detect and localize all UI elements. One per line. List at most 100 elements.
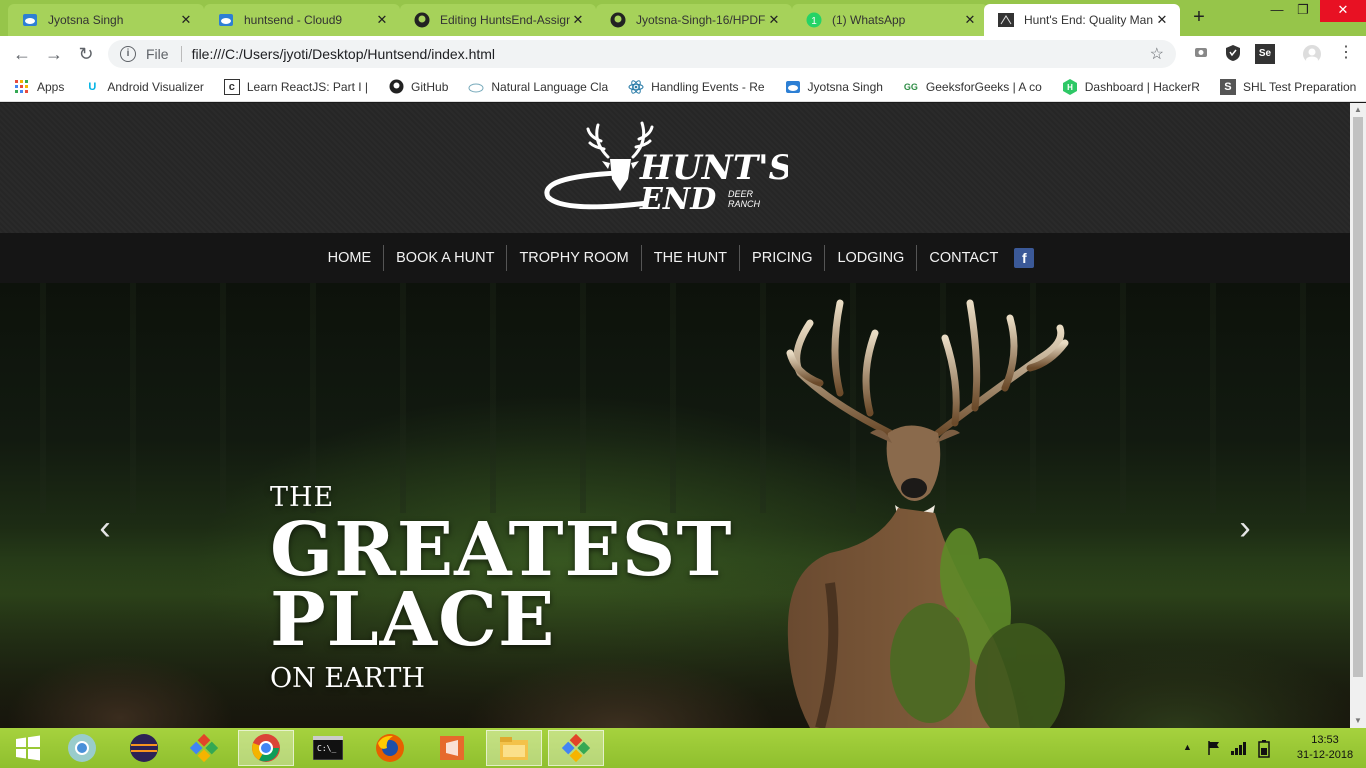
network-signal-icon[interactable] — [1230, 740, 1248, 768]
bookmark-natural-language[interactable]: Natural Language Cla — [468, 79, 608, 95]
tab-close-icon[interactable]: ✕ — [570, 12, 586, 28]
tab-whatsapp[interactable]: 1 (1) WhatsApp ✕ — [792, 4, 988, 36]
shield-icon[interactable] — [1223, 44, 1243, 64]
reload-icon: ↻ — [78, 44, 94, 64]
firefox-icon[interactable] — [362, 730, 418, 766]
logo-end-text: END — [639, 182, 716, 217]
huntsend-icon — [998, 12, 1014, 28]
tab-jyotsna-singh[interactable]: Jyotsna Singh ✕ — [8, 4, 204, 36]
hunts-end-logo[interactable]: HUNT'S END DEER RANCH — [538, 117, 788, 221]
tab-title: Jyotsna-Singh-16/HPDF- — [636, 13, 766, 27]
bookmark-label: Natural Language Cla — [491, 79, 609, 94]
scroll-down-arrow-icon[interactable]: ▼ — [1350, 714, 1366, 728]
nav-home[interactable]: HOME — [316, 245, 385, 271]
reload-button[interactable]: ↻ — [74, 42, 98, 66]
bookmark-learn-react[interactable]: c Learn ReactJS: Part I | — [223, 78, 368, 95]
tab-close-icon[interactable]: ✕ — [178, 12, 194, 28]
bookmark-label: GitHub — [411, 79, 449, 94]
tray-overflow-icon[interactable]: ▲ — [1183, 742, 1192, 768]
nav-book-a-hunt[interactable]: BOOK A HUNT — [384, 245, 508, 271]
chrome-icon[interactable] — [238, 730, 294, 766]
bookmark-android-visualizer[interactable]: U Android Visualizer — [84, 79, 203, 95]
scroll-up-arrow-icon[interactable]: ▲ — [1350, 103, 1366, 117]
github-icon — [610, 12, 626, 28]
tab-editing-huntsend[interactable]: Editing HuntsEnd-Assignment ✕ — [400, 4, 596, 36]
bookmark-label: Handling Events - Re — [651, 79, 765, 94]
nav-trophy-room[interactable]: TROPHY ROOM — [507, 245, 642, 271]
browser-tabstrip: Jyotsna Singh ✕ huntsend - Cloud9 ✕ Edit… — [0, 0, 1366, 36]
new-tab-button[interactable]: + — [1188, 6, 1210, 30]
window-close-button[interactable]: ✕ — [1320, 0, 1366, 22]
info-icon[interactable]: i — [120, 46, 136, 62]
carousel-prev-button[interactable]: ‹ — [90, 508, 120, 548]
apps-grid-icon — [14, 79, 30, 95]
page-scrollbar[interactable]: ▲ ▼ — [1350, 103, 1366, 728]
scrollbar-thumb[interactable] — [1353, 117, 1363, 677]
git-gui-icon[interactable] — [548, 730, 604, 766]
nav-lodging[interactable]: LODGING — [825, 245, 918, 271]
cloud-icon — [468, 79, 484, 95]
tab-github-repo[interactable]: Jyotsna-Singh-16/HPDF- ✕ — [596, 4, 792, 36]
bookmark-star-icon[interactable]: ☆ — [1150, 44, 1164, 64]
browser-toolbar: ← → ↻ i File file:///C:/Users/jyoti/Desk… — [0, 36, 1366, 72]
terminal-icon[interactable]: C:\_ — [300, 730, 356, 766]
clock-time: 13:53 — [1311, 734, 1339, 746]
eclipse-icon[interactable] — [116, 730, 172, 766]
battery-icon[interactable] — [1258, 740, 1270, 768]
tab-close-icon[interactable]: ✕ — [766, 12, 782, 28]
chevron-left-icon: ‹ — [99, 509, 111, 547]
arrow-left-icon: ← — [13, 44, 31, 64]
react-icon — [628, 79, 644, 95]
tab-huntsend-cloud9[interactable]: huntsend - Cloud9 ✕ — [204, 4, 400, 36]
tab-close-icon[interactable]: ✕ — [1154, 12, 1170, 28]
selenium-icon[interactable]: Se — [1255, 44, 1275, 64]
restore-button[interactable]: ❐ — [1292, 0, 1314, 22]
facebook-icon[interactable]: f — [1014, 248, 1035, 268]
camera-icon[interactable] — [1191, 44, 1211, 64]
tab-title: Jyotsna Singh — [48, 13, 124, 27]
chrome-alt-icon[interactable] — [54, 730, 110, 766]
bookmark-hackerrank[interactable]: H Dashboard | HackerR — [1062, 78, 1200, 95]
tab-title: Editing HuntsEnd-Assignment — [440, 13, 570, 27]
profile-icon[interactable] — [1302, 44, 1322, 64]
git-icon[interactable] — [176, 730, 232, 766]
bookmark-geeksforgeeks[interactable]: GG GeeksforGeeks | A co — [903, 79, 1042, 95]
deer-image — [786, 299, 1069, 728]
minimize-button[interactable]: — — [1266, 0, 1288, 22]
bookmark-apps[interactable]: Apps — [14, 79, 64, 95]
windows-taskbar: C:\_ ▲ 13:53 31-12-2018 — [0, 728, 1366, 768]
bookmark-handling-events[interactable]: Handling Events - Re — [628, 79, 765, 95]
bookmark-shl[interactable]: S SHL Test Preparation — [1219, 78, 1357, 95]
address-bar[interactable]: i File file:///C:/Users/jyoti/Desktop/Hu… — [108, 40, 1176, 68]
url-text[interactable]: file:///C:/Users/jyoti/Desktop/Huntsend/… — [192, 46, 1150, 62]
back-button[interactable]: ← — [10, 42, 34, 66]
tab-close-icon[interactable]: ✕ — [962, 12, 978, 28]
bookmark-label: Apps — [37, 79, 65, 94]
nav-contact[interactable]: CONTACT — [917, 245, 1010, 271]
logo-deer-text: DEER — [728, 189, 754, 199]
bookmark-label: Jyotsna Singh — [807, 79, 883, 94]
action-center-flag-icon[interactable] — [1206, 740, 1222, 768]
nav-pricing[interactable]: PRICING — [740, 245, 826, 271]
bookmark-jyotsna-singh[interactable]: Jyotsna Singh — [785, 79, 883, 95]
hero-line-greatest: GREATEST — [270, 507, 733, 593]
forward-button[interactable]: → — [42, 42, 66, 66]
github-icon — [388, 79, 404, 95]
tab-hunts-end-active[interactable]: Hunt's End: Quality Man ✕ — [984, 4, 1180, 36]
svg-text:C:\_: C:\_ — [317, 744, 336, 753]
visual-studio-icon[interactable] — [424, 730, 480, 766]
hero-line-on-earth: ON EARTH — [270, 663, 425, 694]
nav-the-hunt[interactable]: THE HUNT — [642, 245, 741, 271]
carousel-next-button[interactable]: › — [1230, 508, 1260, 548]
github-icon — [414, 12, 430, 28]
system-clock[interactable]: 13:53 31-12-2018 — [1290, 733, 1360, 763]
tab-title: (1) WhatsApp — [832, 13, 906, 27]
url-scheme-label: File — [146, 46, 169, 62]
tab-close-icon[interactable]: ✕ — [374, 12, 390, 28]
bookmark-github[interactable]: GitHub — [388, 79, 448, 95]
windows-start-icon[interactable] — [0, 730, 56, 766]
bookmark-label: SHL Test Preparation — [1242, 79, 1357, 94]
bookmark-label: Dashboard | HackerR — [1084, 79, 1200, 94]
menu-icon[interactable]: ⋮ — [1336, 44, 1356, 64]
file-explorer-icon[interactable] — [486, 730, 542, 766]
